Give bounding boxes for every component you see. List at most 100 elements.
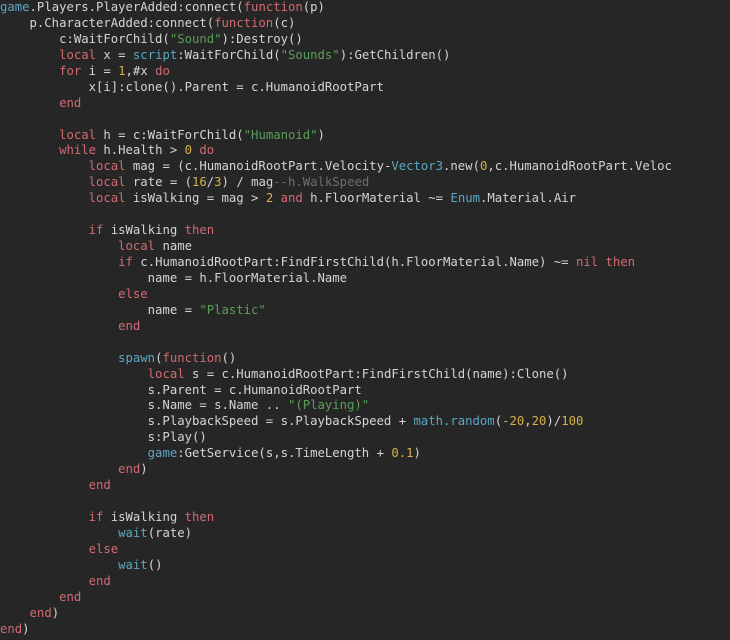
code-token-kw: then xyxy=(605,255,636,269)
code-token-pln: s:Play() xyxy=(0,430,207,445)
code-line: local x = script:WaitForChild("Sounds"):… xyxy=(0,48,730,64)
code-token-pln: x = xyxy=(96,47,133,62)
code-line: wait() xyxy=(0,558,730,574)
code-line: while h.Health > 0 do xyxy=(0,143,730,159)
code-token-num: 3 xyxy=(214,175,222,190)
code-token-kw: do xyxy=(199,143,215,158)
code-token-kw: end xyxy=(0,621,23,636)
code-line: spawn(function() xyxy=(0,351,730,367)
code-token-pln: h = c:WaitForChild( xyxy=(96,127,244,142)
code-token-pln: name xyxy=(155,239,192,254)
code-token-num: -20 xyxy=(502,414,525,429)
code-token-kw: if xyxy=(88,223,104,238)
code-token-pln: isWalking = mag > xyxy=(125,191,266,206)
code-line: game.Players.PlayerAdded:connect(functio… xyxy=(0,0,730,16)
code-line: end xyxy=(0,96,730,112)
code-line: game:GetService(s,s.TimeLength + 0.1) xyxy=(0,446,730,462)
code-line: end xyxy=(0,319,730,335)
code-token-kw: function xyxy=(162,350,222,365)
code-line: s.PlaybackSpeed = s.PlaybackSpeed + math… xyxy=(0,414,730,430)
code-line: s.Name = s.Name .. "(Playing)" xyxy=(0,398,730,414)
code-token-num: 16 xyxy=(191,175,207,190)
code-token-kw: local xyxy=(147,366,185,381)
code-line: local name xyxy=(0,239,730,255)
code-token-pln xyxy=(0,351,118,365)
code-token-pln: name = h.FloorMaterial.Name xyxy=(0,270,348,285)
code-token-pln xyxy=(0,96,59,110)
code-token-bi: wait xyxy=(118,557,148,572)
code-token-pln: c.HumanoidRootPart:FindFirstChild(h.Floo… xyxy=(132,255,576,269)
code-token-num: 100 xyxy=(561,414,584,429)
code-line: s.Parent = c.HumanoidRootPart xyxy=(0,383,730,399)
code-token-num: 1 xyxy=(118,63,126,78)
code-line: name = "Plastic" xyxy=(0,303,730,319)
code-token-pln: c:WaitForChild( xyxy=(0,31,170,46)
code-token-pln xyxy=(0,558,118,572)
code-token-bi: game xyxy=(147,446,178,461)
code-line: else xyxy=(0,542,730,558)
code-token-kw: local xyxy=(88,191,126,206)
code-line: else xyxy=(0,287,730,303)
code-token-pln: ,#x xyxy=(125,63,156,78)
code-token-kw: end xyxy=(29,605,52,620)
code-token-pln: ) xyxy=(22,621,30,636)
code-token-pln: .Players.PlayerAdded:connect( xyxy=(29,0,244,14)
code-line: local isWalking = mag > 2 and h.FloorMat… xyxy=(0,191,730,207)
code-token-pln: (rate) xyxy=(147,525,192,540)
code-token-str: "Sound" xyxy=(169,31,222,46)
code-line: if isWalking then xyxy=(0,223,730,239)
code-line: local h = c:WaitForChild("Humanoid") xyxy=(0,128,730,144)
code-content[interactable]: game.Players.PlayerAdded:connect(functio… xyxy=(0,0,730,638)
code-token-pln xyxy=(0,462,118,476)
code-token-pln: ,c.HumanoidRootPart.Veloc xyxy=(487,159,672,174)
code-line: s:Play() xyxy=(0,430,730,446)
code-token-pln: , xyxy=(524,414,532,429)
code-line: end xyxy=(0,478,730,494)
code-token-pln xyxy=(0,319,118,333)
code-token-num: 0 xyxy=(184,143,192,158)
code-token-kw: nil xyxy=(575,255,599,269)
code-token-pln: ) xyxy=(140,462,148,477)
code-line: if c.HumanoidRootPart:FindFirstChild(h.F… xyxy=(0,255,730,271)
code-token-bi: game xyxy=(0,0,30,14)
code-token-pln xyxy=(273,191,280,205)
code-token-pln: .Material.Air xyxy=(479,191,576,206)
code-token-pln: s.Parent = c.HumanoidRootPart xyxy=(0,382,362,397)
code-token-pln: ) xyxy=(413,446,421,461)
code-token-kw: end xyxy=(88,478,111,493)
code-token-pln: :GetService(s,s.TimeLength + xyxy=(177,446,392,461)
code-token-pln: () xyxy=(147,557,163,572)
code-token-kw: while xyxy=(59,143,96,158)
code-token-pln: (c) xyxy=(273,15,296,30)
code-token-kw: else xyxy=(88,541,119,556)
code-token-pln: rate = ( xyxy=(125,175,192,190)
code-token-kw: for xyxy=(59,63,82,78)
code-token-cmt: --h.WalkSpeed xyxy=(273,175,370,190)
code-token-pln: ):GetChildren() xyxy=(339,47,451,62)
code-token-pln: x[i]:clone().Parent = c.HumanoidRootPart xyxy=(0,79,384,94)
code-token-str: "Sounds" xyxy=(280,47,340,62)
code-token-num: 20 xyxy=(531,414,547,429)
code-line: end) xyxy=(0,606,730,622)
code-token-pln: s.Name = s.Name .. xyxy=(0,398,288,413)
code-token-kw: do xyxy=(155,63,170,78)
code-token-kw: if xyxy=(118,255,133,269)
code-editor-pane[interactable]: game.Players.PlayerAdded:connect(functio… xyxy=(0,0,730,640)
code-token-pln xyxy=(0,223,89,237)
code-token-pln xyxy=(0,64,59,78)
code-token-kw: function xyxy=(214,15,274,30)
code-token-kw: end xyxy=(118,462,141,477)
code-line: end xyxy=(0,590,730,606)
code-token-pln xyxy=(0,478,89,492)
code-token-pln xyxy=(0,48,59,62)
code-line: local mag = (c.HumanoidRootPart.Velocity… xyxy=(0,159,730,175)
code-token-pln: ) xyxy=(317,127,325,142)
code-token-pln: isWalking xyxy=(103,223,185,238)
code-line: x[i]:clone().Parent = c.HumanoidRootPart xyxy=(0,80,730,96)
code-token-kw: local xyxy=(59,47,96,62)
code-token-pln xyxy=(0,255,118,269)
code-token-pln: isWalking xyxy=(103,510,185,524)
